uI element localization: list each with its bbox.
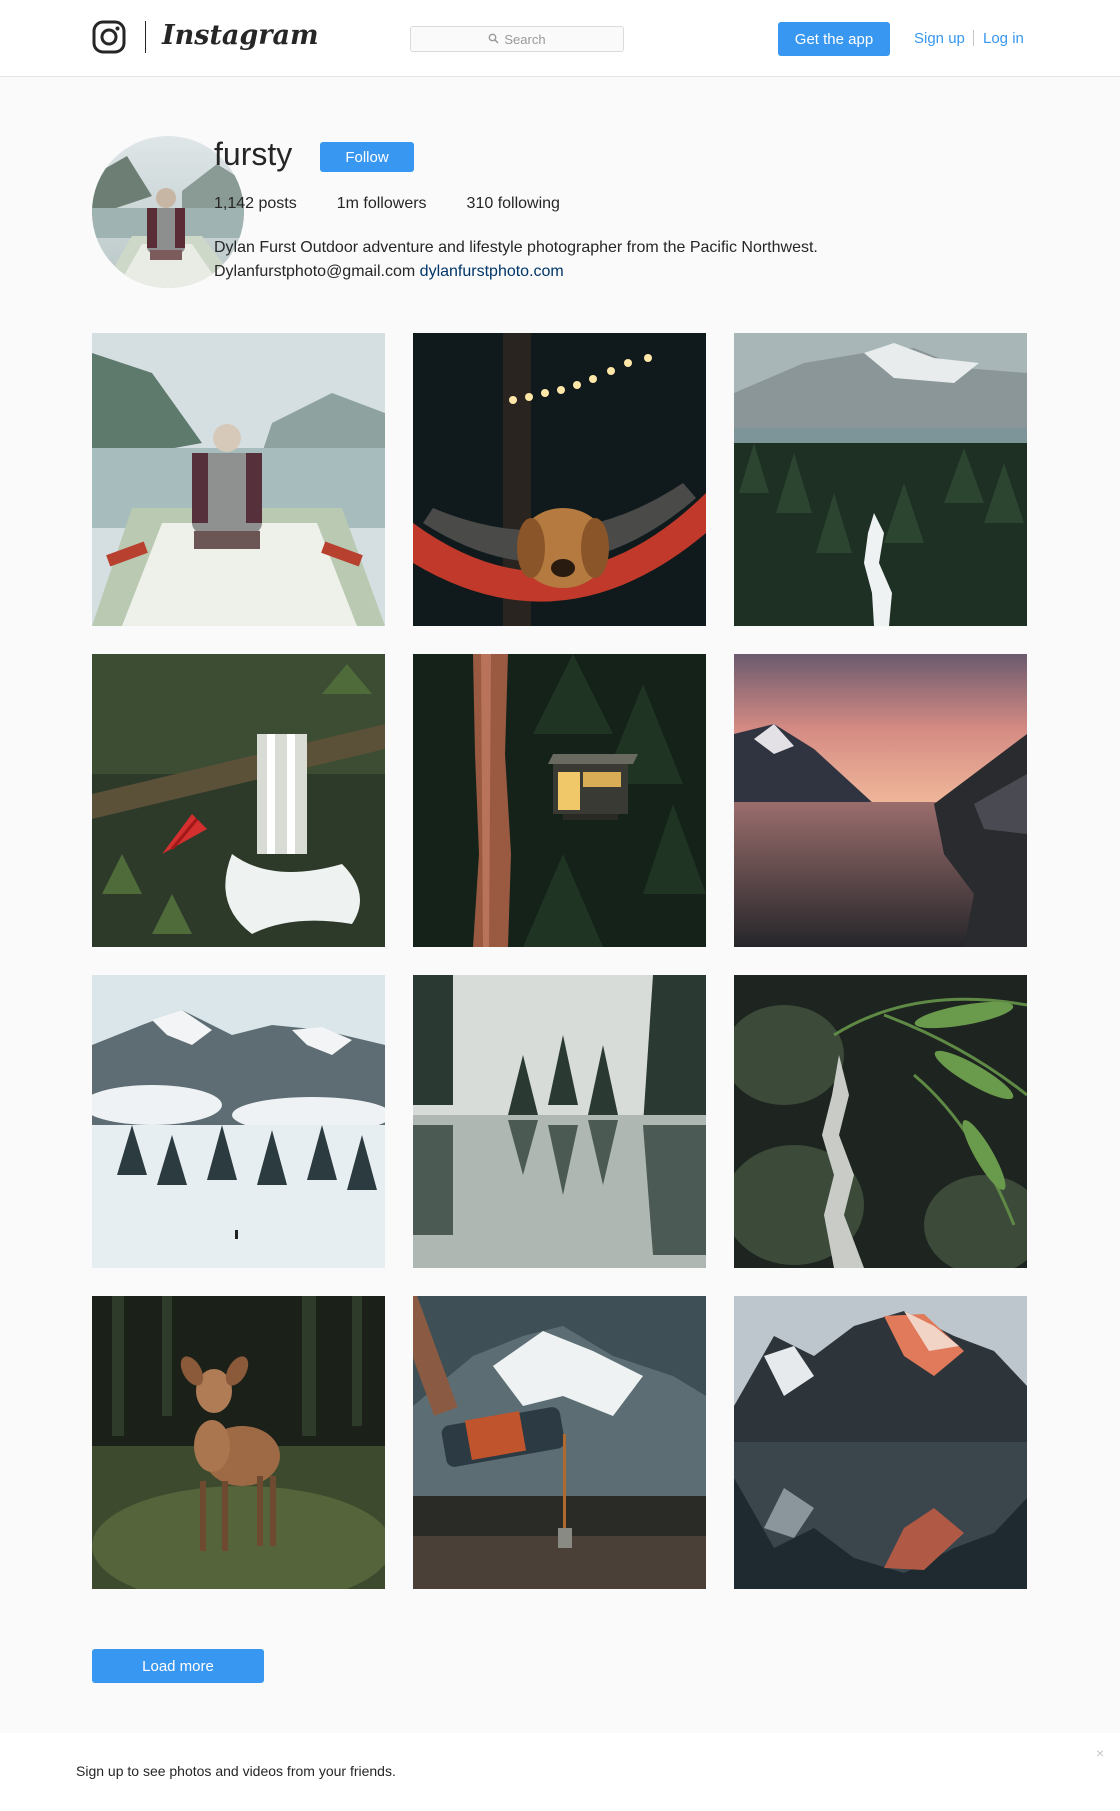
photo-tile[interactable] xyxy=(734,975,1027,1268)
photo-grid xyxy=(92,333,1028,1589)
banner-text: Sign up to see photos and videos from yo… xyxy=(76,1763,396,1779)
photo-tile[interactable] xyxy=(413,333,706,626)
bio-description: Dylan Furst Outdoor adventure and lifest… xyxy=(214,239,818,256)
load-more-button[interactable]: Load more xyxy=(92,1649,264,1683)
instagram-camera-icon[interactable] xyxy=(92,20,126,54)
close-icon[interactable]: × xyxy=(1096,1745,1104,1761)
search-input[interactable]: Search xyxy=(410,26,624,52)
profile-username: fursty xyxy=(214,136,293,172)
bio-website-link[interactable]: dylanfurstphoto.com xyxy=(420,263,564,280)
search-placeholder: Search xyxy=(504,31,546,47)
bio-contact-line: Dylanfurstphoto@gmail.com dylanfurstphot… xyxy=(214,260,818,284)
top-navbar: Instagram Search Get the app Sign up Log… xyxy=(0,0,1120,77)
photo-tile[interactable] xyxy=(92,1296,385,1589)
profile-bio: Dylan Furst Outdoor adventure and lifest… xyxy=(214,236,818,284)
photo-tile[interactable] xyxy=(92,333,385,626)
logo-divider xyxy=(145,21,146,53)
following-count[interactable]: 310 following xyxy=(467,195,560,213)
get-the-app-button[interactable]: Get the app xyxy=(778,22,890,56)
auth-divider xyxy=(973,30,974,46)
photo-tile[interactable] xyxy=(413,654,706,947)
posts-count: 1,142 posts xyxy=(214,195,297,212)
signup-banner: Sign up to see photos and videos from yo… xyxy=(0,1733,1120,1811)
photo-tile[interactable] xyxy=(734,654,1027,947)
signup-link[interactable]: Sign up xyxy=(914,30,965,47)
profile-stats: 1,142 posts 1m followers 310 following xyxy=(214,195,600,213)
search-icon xyxy=(488,32,499,47)
login-link[interactable]: Log in xyxy=(983,30,1024,47)
followers-count[interactable]: 1m followers xyxy=(337,195,427,213)
photo-tile[interactable] xyxy=(413,975,706,1268)
instagram-wordmark[interactable]: Instagram xyxy=(162,20,319,51)
photo-tile[interactable] xyxy=(92,975,385,1268)
follow-button[interactable]: Follow xyxy=(320,142,414,172)
photo-tile[interactable] xyxy=(734,333,1027,626)
bio-email: Dylanfurstphoto@gmail.com xyxy=(214,263,416,280)
photo-tile[interactable] xyxy=(413,1296,706,1589)
photo-tile[interactable] xyxy=(734,1296,1027,1589)
photo-tile[interactable] xyxy=(92,654,385,947)
